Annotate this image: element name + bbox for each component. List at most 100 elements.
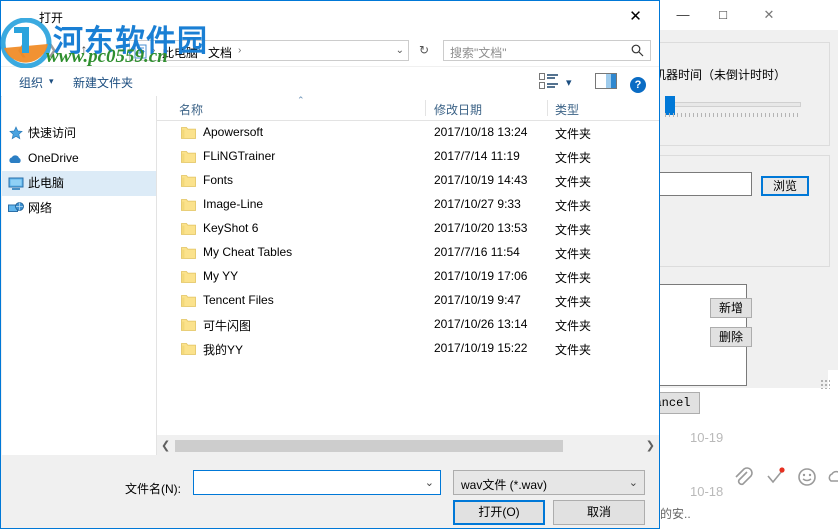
preview-pane-icon[interactable]	[595, 73, 617, 89]
paperclip-icon[interactable]	[732, 466, 754, 488]
file-type: 文件夹	[555, 199, 592, 213]
computer-icon	[8, 177, 24, 190]
view-list-icon[interactable]	[539, 73, 559, 89]
file-name: 我的YY	[203, 343, 244, 357]
file-type: 文件夹	[555, 271, 592, 285]
file-modified-date: 2017/10/27 9:33	[434, 197, 521, 211]
chevron-down-icon[interactable]: ▾	[49, 76, 54, 87]
file-type: 文件夹	[555, 319, 592, 333]
column-divider[interactable]	[547, 100, 548, 116]
smiley-icon[interactable]	[796, 466, 818, 488]
table-row[interactable]: 可牛闪图 2017/10/26 13:14 文件夹	[157, 313, 659, 337]
table-row[interactable]: Fonts 2017/10/19 14:43 文件夹	[157, 169, 659, 193]
file-modified-date: 2017/10/18 13:24	[434, 125, 528, 139]
breadcrumb-this-pc[interactable]: 此电脑	[162, 44, 198, 61]
table-row[interactable]: Tencent Files 2017/10/19 9:47 文件夹	[157, 289, 659, 313]
close-icon[interactable]: ✕	[613, 2, 658, 31]
folder-icon	[181, 343, 196, 355]
cancel-button[interactable]: 取消	[553, 500, 645, 525]
column-header-modified[interactable]: 修改日期	[434, 101, 482, 118]
column-divider[interactable]	[425, 100, 426, 116]
table-row[interactable]: 我的YY 2017/10/19 15:22 文件夹	[157, 337, 659, 361]
path-textbox[interactable]	[660, 172, 752, 196]
file-modified-date: 2017/10/19 15:22	[434, 341, 528, 355]
open-button[interactable]: 打开(O)	[453, 500, 545, 525]
chevron-down-icon[interactable]: ⌄	[425, 476, 434, 489]
chevron-down-icon[interactable]: ⌄	[629, 476, 638, 489]
up-icon[interactable]: ↑	[73, 38, 95, 60]
table-row[interactable]: Apowersoft 2017/10/18 13:24 文件夹	[157, 121, 659, 145]
network-icon	[8, 202, 24, 212]
horizontal-scrollbar[interactable]: ❮ ❯	[157, 438, 659, 454]
table-row[interactable]: KeyShot 6 2017/10/20 13:53 文件夹	[157, 217, 659, 241]
check-red-dot-icon[interactable]	[764, 466, 786, 488]
column-header-type[interactable]: 类型	[555, 101, 579, 118]
time-slider-ticks	[665, 113, 799, 117]
filetype-dropdown[interactable]: wav文件 (*.wav) ⌄	[453, 470, 645, 495]
column-headers: 名称 ⌃ 修改日期 类型	[157, 95, 659, 121]
search-input[interactable]: 搜索"文档"	[443, 40, 651, 61]
close-button[interactable]: ✕	[752, 2, 786, 28]
file-name: 可牛闪图	[203, 319, 252, 333]
folder-small-icon	[134, 44, 147, 59]
sidebar-item-network[interactable]: 网络	[2, 196, 156, 221]
folder-icon	[181, 199, 196, 211]
cloud-icon	[9, 155, 21, 163]
sidebar-item-label: 此电脑	[28, 176, 65, 190]
file-modified-date: 2017/7/16 11:54	[434, 245, 520, 259]
table-row[interactable]: My YY 2017/10/19 17:06 文件夹	[157, 265, 659, 289]
table-row[interactable]: My Cheat Tables 2017/7/16 11:54 文件夹	[157, 241, 659, 265]
dialog-title: 打开	[39, 11, 64, 25]
folder-icon	[181, 127, 196, 139]
scroll-right-icon[interactable]: ❯	[646, 439, 655, 452]
file-modified-date: 2017/10/19 9:47	[434, 293, 521, 307]
file-name: Apowersoft	[203, 125, 264, 139]
background-app-window: — □ ✕ 机器时间（未倒计时时） 浏览 新增 删除 ancel	[660, 0, 838, 529]
file-modified-date: 2017/10/20 13:53	[434, 221, 528, 235]
sidebar-item-this-pc[interactable]: 此电脑	[2, 171, 156, 196]
command-bar: 组织 ▾ 新建文件夹 ▾	[1, 67, 659, 97]
refresh-icon[interactable]: ↻	[413, 40, 435, 61]
folder-icon	[181, 175, 196, 187]
cancel-button-bg[interactable]: ancel	[660, 392, 700, 414]
column-header-name[interactable]: 名称	[179, 101, 203, 118]
chevron-down-icon[interactable]: ▾	[566, 76, 572, 89]
forward-icon[interactable]: ❯	[41, 38, 63, 60]
delete-button[interactable]: 删除	[710, 327, 752, 347]
machine-time-group	[660, 42, 830, 146]
browse-button[interactable]: 浏览	[761, 176, 809, 196]
cloud-icon[interactable]	[826, 466, 838, 488]
folder-icon	[181, 151, 196, 163]
scroll-left-icon[interactable]: ❮	[161, 439, 170, 452]
time-slider-track[interactable]	[665, 102, 801, 107]
breadcrumb-documents[interactable]: 文档	[208, 44, 232, 61]
add-button[interactable]: 新增	[710, 298, 752, 318]
help-icon[interactable]: ?	[630, 77, 646, 93]
chevron-down-icon[interactable]: ⌄	[396, 45, 404, 56]
screen-root: 矩 申 组 IC 组 计 组 ∧	[0, 0, 838, 529]
sidebar-item-quick-access[interactable]: 快速访问	[2, 121, 156, 146]
search-icon[interactable]	[631, 44, 644, 57]
table-row[interactable]: FLiNGTrainer 2017/7/14 11:19 文件夹	[157, 145, 659, 169]
sidebar-item-label: 网络	[28, 201, 53, 215]
crumb-separator: ›	[238, 45, 242, 56]
folder-icon	[181, 223, 196, 235]
address-bar[interactable]: › 此电脑 › 文档 › ⌄	[129, 40, 409, 61]
star-pin-icon	[9, 126, 23, 140]
file-modified-date: 2017/7/14 11:19	[434, 149, 520, 163]
scrollbar-thumb[interactable]	[175, 440, 563, 452]
back-icon[interactable]: ❮	[11, 38, 33, 60]
file-modified-date: 2017/10/19 14:43	[434, 173, 528, 187]
new-folder-button[interactable]: 新建文件夹	[73, 74, 133, 91]
sidebar-item-onedrive[interactable]: OneDrive	[2, 146, 156, 171]
folder-icon	[181, 319, 196, 331]
organize-button[interactable]: 组织	[19, 74, 43, 91]
resize-grip[interactable]	[820, 379, 830, 389]
maximize-button[interactable]: □	[706, 2, 740, 28]
open-file-dialog: 打开 ✕ ❮ ❯ ↑ › 此电脑 › 文档 › ⌄ ↻ 搜索"文档" 组织 ▾ …	[0, 0, 660, 529]
chat-toolbar	[730, 466, 838, 496]
file-list: 名称 ⌃ 修改日期 类型 Apowersoft 2017/10/18 13:24 文…	[157, 95, 659, 435]
table-row[interactable]: Image-Line 2017/10/27 9:33 文件夹	[157, 193, 659, 217]
filename-input[interactable]: ⌄	[193, 470, 441, 495]
minimize-button[interactable]: —	[666, 2, 700, 28]
